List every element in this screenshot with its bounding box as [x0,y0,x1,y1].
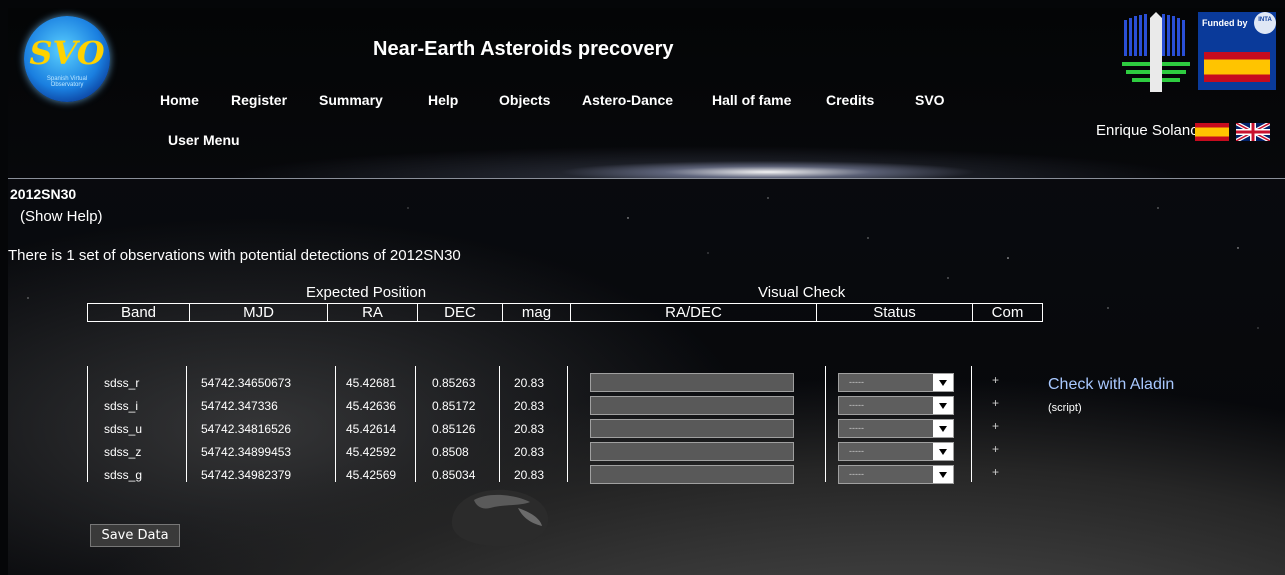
mjd-cell: 54742.34982379 [201,468,292,482]
chevron-down-icon[interactable] [933,420,953,437]
dec-cell: 0.85263 [432,376,476,390]
status-value: ----- [849,400,864,410]
status-select[interactable]: ----- [838,442,954,461]
table-header: Band MJD RA DEC mag RA/DEC Status Com [87,303,1043,322]
script-link[interactable]: (script) [1048,402,1082,414]
mag-cell: 20.83 [514,399,545,413]
add-comment-button[interactable]: + [992,373,999,387]
chevron-down-icon[interactable] [933,397,953,414]
radec-input[interactable] [590,373,794,392]
show-help-link[interactable]: (Show Help) [20,208,103,225]
col-status: Status [816,303,973,322]
status-select[interactable]: ----- [838,373,954,392]
nav-summary[interactable]: Summary [319,92,383,108]
svo-logo-text: SVO [29,34,105,72]
inta-logo-text: INTA [1258,17,1272,23]
spain-government-logo [1204,52,1270,82]
col-com: Com [972,303,1043,322]
radec-input[interactable] [590,419,794,438]
expected-position-heading: Expected Position [306,284,427,301]
band-cell: sdss_z [104,445,142,459]
radec-input[interactable] [590,442,794,461]
band-cell: sdss_u [104,422,143,436]
status-select[interactable]: ----- [838,396,954,415]
col-band: Band [87,303,190,322]
funded-by-logo: Funded by INTA [1198,12,1276,90]
mjd-cell: 54742.34650673 [201,376,292,390]
nav-svo[interactable]: SVO [915,92,945,108]
nav-user-menu[interactable]: User Menu [168,132,240,148]
uk-flag-graphic [1236,123,1270,141]
add-comment-button[interactable]: + [992,465,999,479]
nav-astero-dance[interactable]: Astero-Dance [582,92,673,108]
svo-logo-subtext: Spanish Virtual Observatory [46,76,88,88]
mjd-cell: 54742.347336 [201,399,278,413]
status-select[interactable]: ----- [838,465,954,484]
col-mjd: MJD [189,303,328,322]
observations-sentence: There is 1 set of observations with pote… [8,247,461,264]
table-row: sdss_i 54742.347336 45.42636 0.85172 20.… [87,395,1037,418]
mag-cell: 20.83 [514,376,545,390]
radec-input[interactable] [590,465,794,484]
add-comment-button[interactable]: + [992,396,999,410]
radec-input[interactable] [590,396,794,415]
svo-logo[interactable]: SVO Spanish Virtual Observatory [24,16,110,102]
ra-cell: 45.42681 [346,376,397,390]
nav-register[interactable]: Register [231,92,287,108]
user-name: Enrique Solano [1096,122,1199,139]
nav-help[interactable]: Help [428,92,458,108]
nav-hall-of-fame[interactable]: Hall of fame [712,92,791,108]
status-select[interactable]: ----- [838,419,954,438]
chevron-down-icon[interactable] [933,374,953,391]
dec-cell: 0.85172 [432,399,476,413]
ra-cell: 45.42592 [346,445,397,459]
status-value: ----- [849,377,864,387]
band-cell: sdss_r [104,376,140,390]
funded-by-text: Funded by [1202,18,1248,28]
mag-cell: 20.83 [514,445,545,459]
col-dec: DEC [417,303,503,322]
asteroid-illustration [451,489,549,547]
visual-check-heading: Visual Check [758,284,846,301]
check-with-aladin-link[interactable]: Check with Aladin [1048,376,1174,394]
band-cell: sdss_g [104,468,143,482]
dec-cell: 0.8508 [432,445,469,459]
spanish-flag-icon[interactable] [1195,123,1229,141]
save-data-button[interactable]: Save Data [90,524,180,547]
add-comment-button[interactable]: + [992,442,999,456]
col-radec: RA/DEC [570,303,817,322]
band-cell: sdss_i [104,399,139,413]
mjd-cell: 54742.34816526 [201,422,292,436]
table-row: sdss_r 54742.34650673 45.42681 0.85263 2… [87,372,1037,395]
ra-cell: 45.42569 [346,468,397,482]
table-row: sdss_g 54742.34982379 45.42569 0.85034 2… [87,464,1037,487]
status-value: ----- [849,446,864,456]
nav-credits[interactable]: Credits [826,92,874,108]
status-value: ----- [849,469,864,479]
mjd-cell: 54742.34899453 [201,445,292,459]
col-ra: RA [327,303,418,322]
ra-cell: 45.42636 [346,399,397,413]
inta-logo: INTA [1254,12,1276,34]
english-flag-icon[interactable] [1236,123,1270,141]
table-row: sdss_u 54742.34816526 45.42614 0.85126 2… [87,418,1037,441]
infrastructure-logo [1122,12,1190,92]
mag-cell: 20.83 [514,422,545,436]
status-value: ----- [849,423,864,433]
page: SVO Spanish Virtual Observatory Near-Ear… [8,8,1285,575]
table-row: sdss_z 54742.34899453 45.42592 0.8508 20… [87,441,1037,464]
nav-home[interactable]: Home [160,92,199,108]
chevron-down-icon[interactable] [933,443,953,460]
site-title: Near-Earth Asteroids precovery [373,38,674,60]
add-comment-button[interactable]: + [992,419,999,433]
chevron-down-icon[interactable] [933,466,953,483]
nav-objects[interactable]: Objects [499,92,550,108]
header-divider [8,178,1285,179]
dec-cell: 0.85126 [432,422,476,436]
col-mag: mag [502,303,571,322]
ra-cell: 45.42614 [346,422,397,436]
object-title: 2012SN30 [10,186,77,202]
